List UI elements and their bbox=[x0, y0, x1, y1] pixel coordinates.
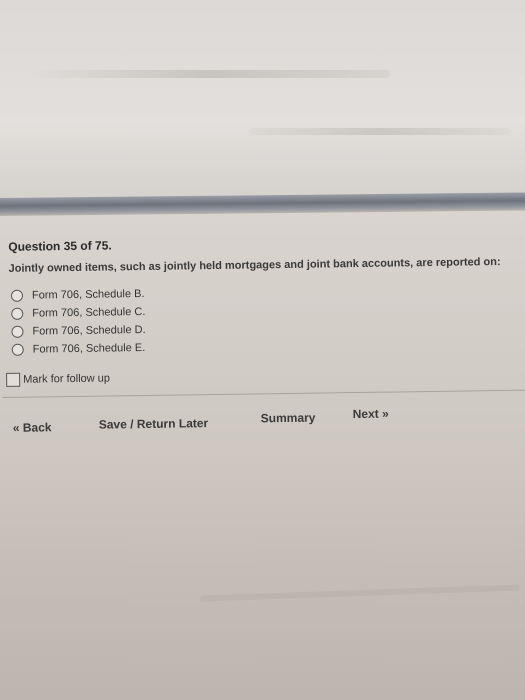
divider bbox=[2, 389, 525, 398]
answer-option-label: Form 706, Schedule B. bbox=[31, 287, 145, 302]
question-number: Question 35 of 75. bbox=[8, 238, 112, 254]
question-prompt: Jointly owned items, such as jointly hel… bbox=[8, 256, 501, 275]
mark-for-follow-up[interactable]: Mark for follow up bbox=[6, 371, 111, 387]
follow-up-checkbox[interactable] bbox=[6, 372, 21, 387]
answer-option-e[interactable]: Form 706, Schedule E. bbox=[11, 339, 146, 359]
answer-option-label: Form 706, Schedule E. bbox=[32, 341, 146, 356]
faint-background-text bbox=[250, 128, 510, 135]
radio-button[interactable] bbox=[10, 289, 24, 302]
next-button[interactable]: Next » bbox=[353, 407, 389, 422]
page-shadow bbox=[0, 470, 525, 700]
answer-option-b[interactable]: Form 706, Schedule B. bbox=[10, 285, 145, 305]
answer-option-d[interactable]: Form 706, Schedule D. bbox=[11, 321, 146, 341]
paper-background bbox=[0, 0, 525, 205]
summary-button[interactable]: Summary bbox=[261, 411, 316, 426]
answer-option-label: Form 706, Schedule C. bbox=[32, 305, 146, 320]
back-button[interactable]: « Back bbox=[13, 420, 52, 435]
faint-background-text bbox=[30, 70, 390, 78]
navigation-bar: « Back Save / Return Later Summary Next … bbox=[3, 407, 525, 435]
answer-option-label: Form 706, Schedule D. bbox=[32, 323, 146, 338]
save-return-later-button[interactable]: Save / Return Later bbox=[99, 416, 209, 432]
radio-button[interactable] bbox=[11, 343, 24, 356]
answer-option-c[interactable]: Form 706, Schedule C. bbox=[11, 303, 145, 323]
follow-up-label: Mark for follow up bbox=[23, 372, 111, 386]
radio-button[interactable] bbox=[11, 307, 24, 320]
answer-options: Form 706, Schedule B. Form 706, Schedule… bbox=[10, 285, 146, 359]
radio-button[interactable] bbox=[11, 325, 24, 338]
